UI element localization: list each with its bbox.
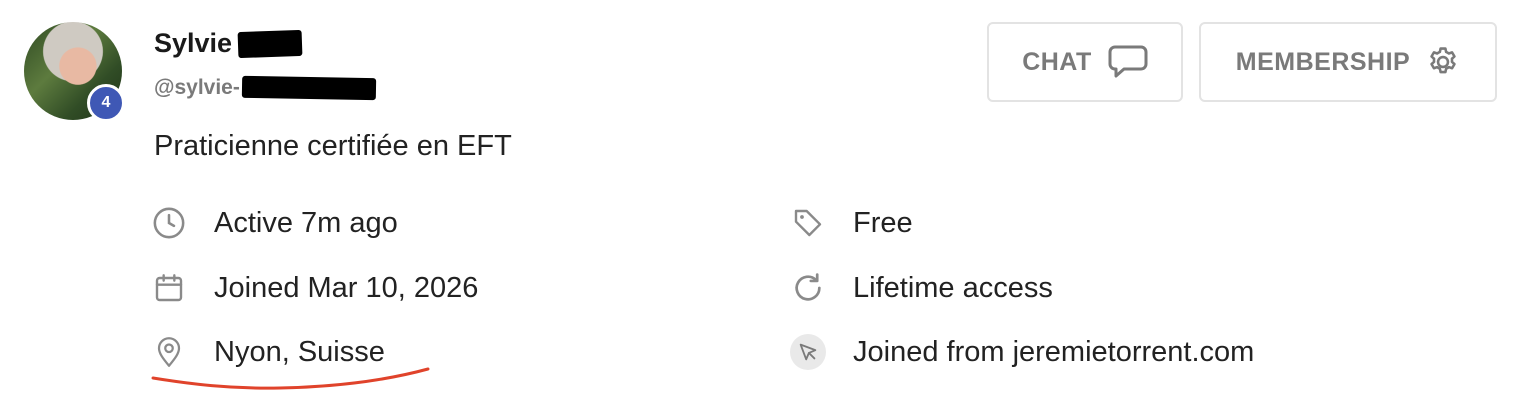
calendar-icon: [151, 270, 187, 306]
membership-button-label: MEMBERSHIP: [1235, 47, 1411, 76]
membership-button[interactable]: MEMBERSHIP: [1199, 22, 1497, 102]
joined-date-text: Joined Mar 10, 2026: [214, 271, 479, 304]
member-name: Sylvie: [154, 28, 303, 59]
avatar[interactable]: 4: [24, 22, 125, 122]
tag-icon: [790, 205, 826, 241]
referral-source: Joined from jeremietorrent.com: [790, 334, 1254, 370]
refresh-icon: [790, 270, 826, 306]
level-badge: 4: [87, 84, 125, 122]
annotation-underline: [151, 367, 430, 390]
access-type-text: Lifetime access: [853, 271, 1053, 304]
chat-button-label: CHAT: [1022, 47, 1092, 76]
cursor-pointer-icon: [790, 334, 826, 370]
redacted-last-name: [237, 29, 303, 58]
joined-date: Joined Mar 10, 2026: [151, 270, 478, 306]
clock-icon: [151, 205, 187, 241]
chat-button[interactable]: CHAT: [987, 22, 1183, 102]
first-name: Sylvie: [154, 28, 233, 58]
plan: Free: [790, 205, 913, 241]
gear-icon: [1426, 45, 1460, 79]
plan-text: Free: [853, 206, 913, 239]
access-type: Lifetime access: [790, 270, 1053, 306]
member-handle: @sylvie-: [154, 75, 377, 101]
profile-card: 4 Sylvie @sylvie- Praticienne certifiée …: [0, 0, 1520, 410]
handle-text: @sylvie-: [154, 76, 240, 99]
referral-source-text: Joined from jeremietorrent.com: [853, 335, 1255, 368]
last-active: Active 7m ago: [151, 205, 398, 241]
chat-bubble-icon: [1108, 44, 1148, 80]
redacted-handle: [241, 75, 377, 101]
bio: Praticienne certifiée en EFT: [154, 130, 512, 162]
last-active-text: Active 7m ago: [214, 206, 398, 239]
